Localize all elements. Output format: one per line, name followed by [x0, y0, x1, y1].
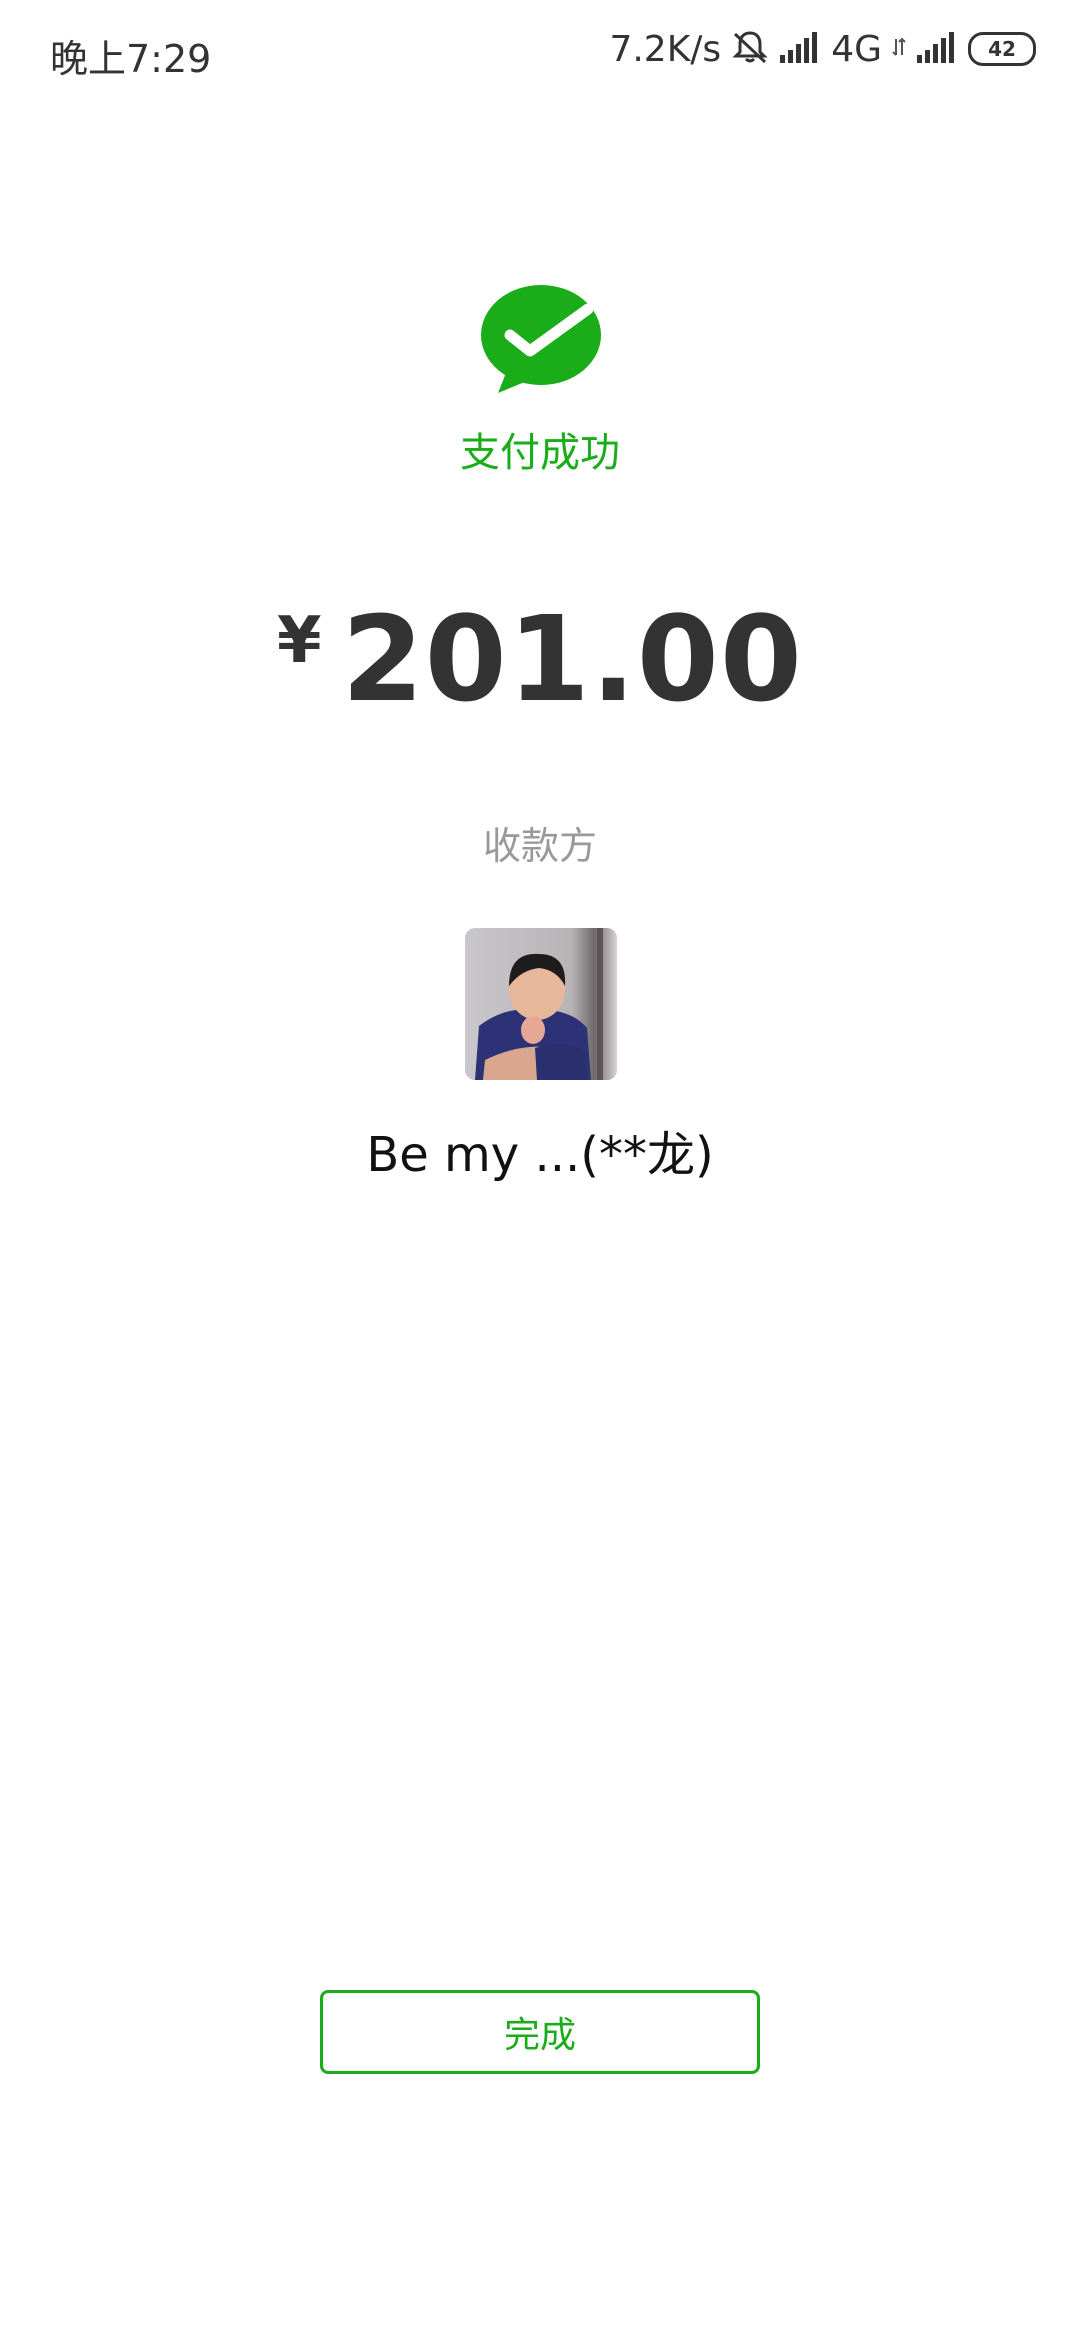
currency-symbol: ¥ — [277, 604, 322, 678]
signal-icon — [779, 31, 821, 68]
battery-indicator: 42 — [968, 32, 1036, 66]
payee-label: 收款方 — [482, 824, 597, 868]
signal-icon — [916, 31, 958, 68]
payee-name: Be my ...(**龙) — [366, 1127, 714, 1183]
amount-value: 201.00 — [341, 590, 803, 728]
status-icons: 7.2K/s 4G 42 — [609, 26, 1036, 72]
done-button[interactable]: 完成 — [320, 1990, 760, 2074]
network-type: 4G — [831, 28, 882, 70]
status-time: 晚上7:29 — [50, 37, 212, 81]
bell-off-icon — [731, 28, 769, 71]
payment-success-icon — [480, 283, 602, 393]
data-arrows-icon — [892, 37, 906, 62]
payment-amount: ¥201.00 — [0, 590, 1080, 728]
payee-avatar — [465, 928, 617, 1080]
network-speed: 7.2K/s — [609, 28, 722, 70]
payment-status-text: 支付成功 — [460, 430, 620, 476]
status-bar: 晚上7:29 7.2K/s 4G 42 — [0, 0, 1080, 100]
